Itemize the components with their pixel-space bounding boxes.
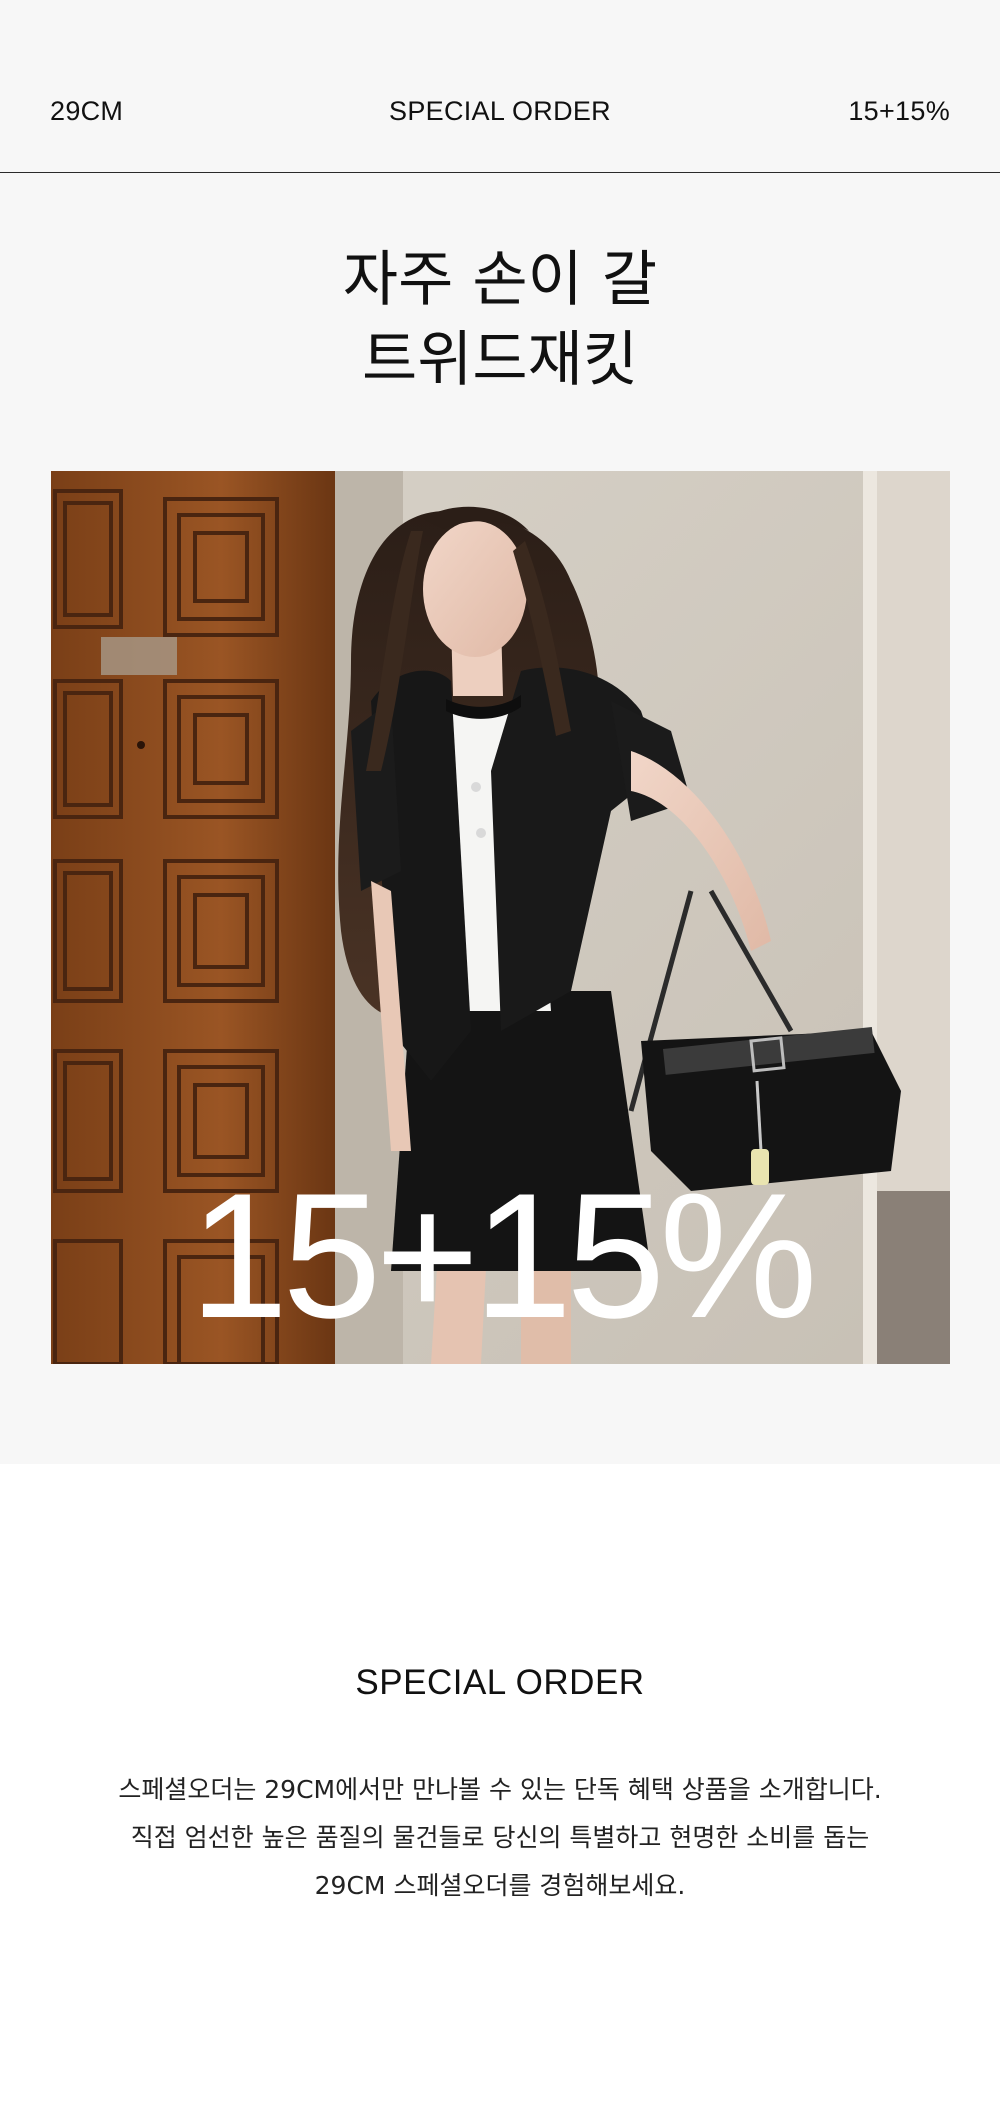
header-bar: 29CM SPECIAL ORDER 15+15% <box>0 0 1000 173</box>
headline: 자주 손이 갈 트위드재킷 <box>0 240 1000 400</box>
discount-label: 15+15% <box>848 96 950 126</box>
headline-line-2: 트위드재킷 <box>362 325 638 395</box>
promo-top-section: 29CM SPECIAL ORDER 15+15% 자주 손이 갈 트위드재킷 <box>0 0 1000 1464</box>
hero-image[interactable]: 15+15% <box>51 471 950 1364</box>
intro-description-line-2: 직접 엄선한 높은 품질의 물건들로 당신의 특별하고 현명한 소비를 돕는 <box>130 1823 870 1852</box>
headline-line-1: 자주 손이 갈 <box>342 245 658 315</box>
page: 29CM SPECIAL ORDER 15+15% 자주 손이 갈 트위드재킷 <box>0 0 1000 2111</box>
intro-description-line-3: 29CM 스페셜오더를 경험해보세요. <box>314 1871 686 1900</box>
intro-title: SPECIAL ORDER <box>355 1663 645 1702</box>
intro-description: 스페셜오더는 29CM에서만 만나볼 수 있는 단독 혜택 상품을 소개합니다.… <box>0 1766 1000 1910</box>
discount-overlay-text: 15+15% <box>189 1156 817 1355</box>
intro-description-line-1: 스페셜오더는 29CM에서만 만나볼 수 있는 단독 혜택 상품을 소개합니다. <box>118 1775 882 1804</box>
